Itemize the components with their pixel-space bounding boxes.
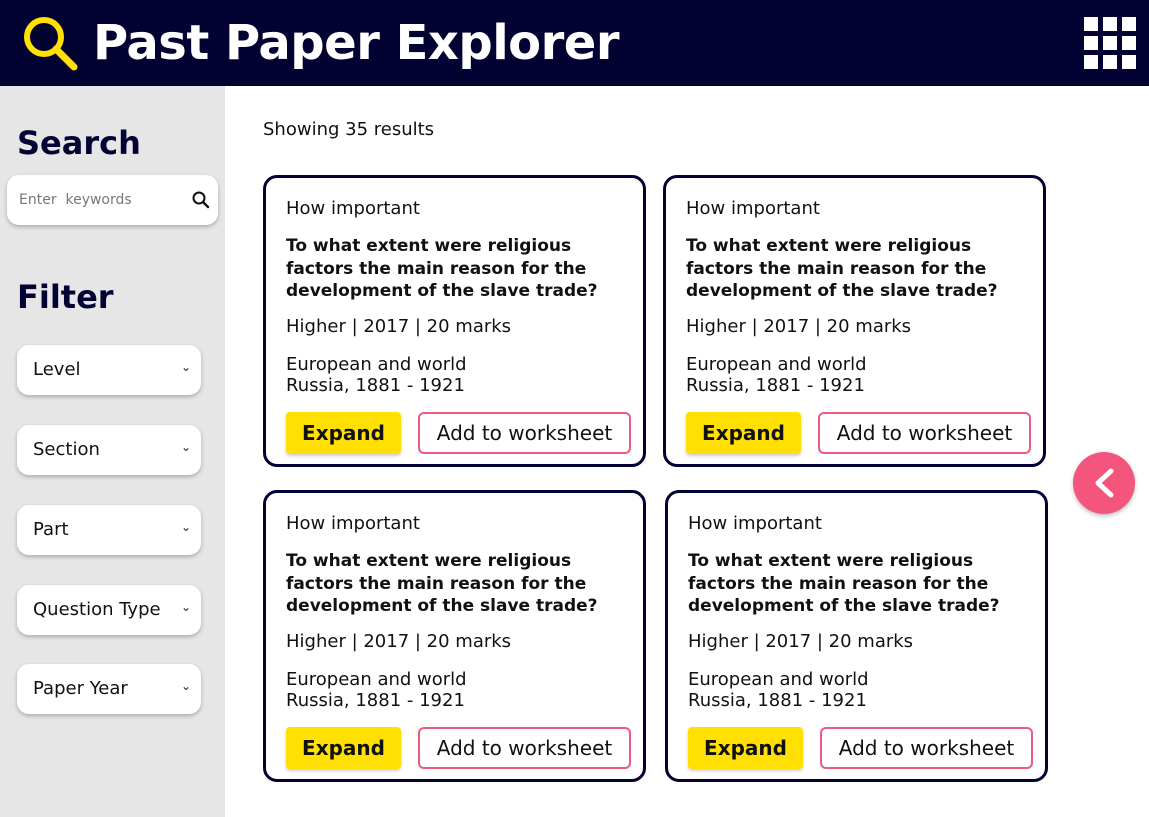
grid-cell (1103, 55, 1117, 69)
dropdown-label: Question Type (33, 599, 161, 620)
question-type: How important (286, 513, 420, 534)
back-button[interactable] (1073, 452, 1135, 514)
question-card: How important To what extent were religi… (263, 175, 646, 467)
filter-heading: Filter (17, 278, 114, 316)
search-input[interactable] (19, 189, 179, 211)
question-text: To what extent were religious factors th… (686, 236, 998, 301)
question-type: How important (688, 513, 822, 534)
grid-menu-icon[interactable] (1084, 17, 1136, 69)
filter-section-dropdown[interactable]: Section ⌄ (17, 425, 201, 475)
question-topic: European and world Russia, 1881 - 1921 (286, 354, 467, 396)
topic-area: European and world (686, 354, 867, 375)
question-card: How important To what extent were religi… (663, 175, 1046, 467)
question-meta: Higher | 2017 | 20 marks (686, 316, 912, 337)
grid-cell (1103, 17, 1117, 31)
question-card: How important To what extent were religi… (665, 490, 1048, 782)
grid-cell (1084, 36, 1098, 50)
question-text: To what extent were religious factors th… (688, 551, 1000, 616)
results-count: Showing 35 results (263, 119, 435, 140)
question-type: How important (286, 198, 420, 219)
topic-unit: Russia, 1881 - 1921 (688, 690, 867, 711)
topic-unit: Russia, 1881 - 1921 (686, 375, 865, 396)
expand-button[interactable]: Expand (688, 727, 803, 769)
sidebar: Search Filter Level ⌄ Section ⌄ Part ⌄ Q… (0, 86, 225, 817)
grid-cell (1122, 55, 1136, 69)
expand-button[interactable]: Expand (286, 412, 401, 454)
filter-question-type-dropdown[interactable]: Question Type ⌄ (17, 585, 201, 635)
question-meta: Higher | 2017 | 20 marks (688, 631, 914, 652)
search-box[interactable] (7, 175, 218, 225)
question-card: How important To what extent were religi… (263, 490, 646, 782)
chevron-down-icon: ⌄ (180, 520, 191, 534)
dropdown-label: Level (33, 359, 81, 380)
dropdown-label: Paper Year (33, 678, 128, 699)
dropdown-label: Section (33, 439, 100, 460)
search-heading: Search (17, 124, 141, 162)
chevron-down-icon: ⌄ (180, 600, 191, 614)
search-icon[interactable] (191, 190, 211, 210)
expand-button[interactable]: Expand (286, 727, 401, 769)
add-to-worksheet-button[interactable]: Add to worksheet (820, 727, 1033, 769)
topic-unit: Russia, 1881 - 1921 (286, 690, 465, 711)
filter-part-dropdown[interactable]: Part ⌄ (17, 505, 201, 555)
question-topic: European and world Russia, 1881 - 1921 (686, 354, 867, 396)
grid-cell (1084, 55, 1098, 69)
question-topic: European and world Russia, 1881 - 1921 (286, 669, 467, 711)
chevron-left-icon (1095, 468, 1114, 498)
add-to-worksheet-button[interactable]: Add to worksheet (418, 727, 631, 769)
question-type: How important (686, 198, 820, 219)
question-text: To what extent were religious factors th… (286, 236, 598, 301)
topic-area: European and world (286, 669, 467, 690)
grid-cell (1122, 17, 1136, 31)
chevron-down-icon: ⌄ (180, 440, 191, 454)
app-header: Past Paper Explorer (0, 0, 1149, 86)
app-title: Past Paper Explorer (93, 15, 620, 71)
question-topic: European and world Russia, 1881 - 1921 (688, 669, 869, 711)
topic-area: European and world (688, 669, 869, 690)
dropdown-label: Part (33, 519, 69, 540)
question-text: To what extent were religious factors th… (286, 551, 598, 616)
topic-area: European and world (286, 354, 467, 375)
magnifier-icon (24, 17, 78, 71)
add-to-worksheet-button[interactable]: Add to worksheet (818, 412, 1031, 454)
grid-cell (1122, 36, 1136, 50)
add-to-worksheet-button[interactable]: Add to worksheet (418, 412, 631, 454)
grid-cell (1084, 17, 1098, 31)
expand-button[interactable]: Expand (686, 412, 801, 454)
filter-paper-year-dropdown[interactable]: Paper Year ⌄ (17, 664, 201, 714)
chevron-down-icon: ⌄ (180, 360, 191, 374)
grid-cell (1103, 36, 1117, 50)
chevron-down-icon: ⌄ (180, 679, 191, 693)
question-meta: Higher | 2017 | 20 marks (286, 631, 512, 652)
filter-level-dropdown[interactable]: Level ⌄ (17, 345, 201, 395)
topic-unit: Russia, 1881 - 1921 (286, 375, 465, 396)
question-meta: Higher | 2017 | 20 marks (286, 316, 512, 337)
